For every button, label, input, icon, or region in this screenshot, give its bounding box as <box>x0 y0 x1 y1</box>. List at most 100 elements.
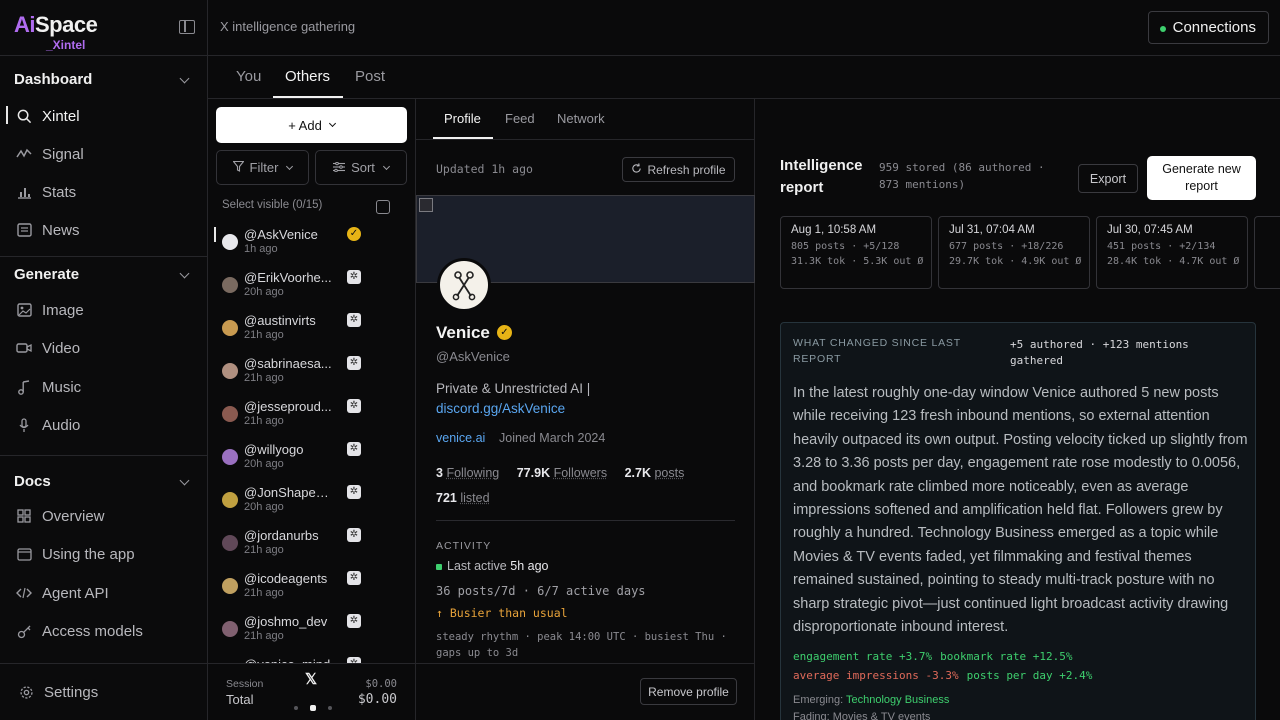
list-item[interactable]: @willyogo 20h ago ✲ <box>208 441 415 484</box>
sidebar-item-news[interactable]: News <box>16 218 80 242</box>
grok-badge-icon: ✲ <box>347 528 361 542</box>
account-handle: @austinvirts <box>244 313 316 328</box>
list-item[interactable]: @jordanurbs 21h ago ✲ <box>208 527 415 570</box>
sidebar-item-agent-api[interactable]: Agent API <box>16 581 109 605</box>
report-title: Intelligence report <box>780 157 863 196</box>
pager-dot[interactable] <box>328 706 332 710</box>
tab-post[interactable]: Post <box>355 68 385 85</box>
fading-topic: Movies & TV events <box>832 711 931 720</box>
tab-profile[interactable]: Profile <box>444 111 481 126</box>
sidebar-item-audio[interactable]: Audio <box>16 413 80 437</box>
chevron-down-icon <box>328 119 336 128</box>
avatar <box>222 320 238 336</box>
select-visible-checkbox[interactable] <box>376 200 390 214</box>
pager-dot[interactable] <box>294 706 298 710</box>
filter-button[interactable]: Filter <box>216 150 309 185</box>
grok-badge-icon: ✲ <box>347 270 361 284</box>
x-logo-icon[interactable]: 𝕏 <box>305 670 317 688</box>
settings-button[interactable]: Settings <box>18 680 98 704</box>
grok-badge-icon: ✲ <box>347 571 361 585</box>
profile-bio: Private & Unrestricted AI | discord.gg/A… <box>436 379 590 419</box>
top-bar: X intelligence gathering Connections <box>208 0 1280 56</box>
active-indicator <box>6 106 8 124</box>
avatar <box>222 578 238 594</box>
section-generate[interactable]: Generate <box>14 266 79 283</box>
grok-badge-icon: ✲ <box>347 356 361 370</box>
emerging-label: Emerging: <box>793 694 844 706</box>
sidebar-item-xintel[interactable]: Xintel <box>16 104 80 128</box>
sidebar-item-access-models[interactable]: Access models <box>16 619 143 643</box>
tab-others[interactable]: Others <box>285 68 330 85</box>
list-item[interactable]: @icodeagents 21h ago ✲ <box>208 570 415 613</box>
sidebar-item-music[interactable]: Music <box>16 375 81 399</box>
active-tab-underline <box>273 96 343 98</box>
chevron-down-icon[interactable] <box>179 73 190 84</box>
export-button[interactable]: Export <box>1078 164 1138 193</box>
report-snapshot-card[interactable]: Aug 1, 10:58 AM 805 posts · +5/128 31.3K… <box>780 216 932 289</box>
divider <box>0 663 207 664</box>
bio-link[interactable]: discord.gg/AskVenice <box>436 401 565 416</box>
sidebar-item-label: Audio <box>42 416 81 434</box>
tab-feed[interactable]: Feed <box>505 111 535 126</box>
listed-link[interactable]: listed <box>460 491 489 505</box>
sidebar-item-stats[interactable]: Stats <box>16 180 76 204</box>
sidebar-item-signal[interactable]: Signal <box>16 142 84 166</box>
report-snapshot-card[interactable]: Jul 31, 07:04 AM 677 posts · +18/226 29.… <box>938 216 1090 289</box>
logo[interactable]: AiSpace _Xintel <box>14 12 106 52</box>
list-item[interactable]: @sabrinaesa... 21h ago ✲ <box>208 355 415 398</box>
sidebar-item-image[interactable]: Image <box>16 298 84 322</box>
section-dashboard[interactable]: Dashboard <box>14 71 92 88</box>
website-link[interactable]: venice.ai <box>436 431 485 445</box>
account-handle: @sabrinaesa... <box>244 356 332 371</box>
sidebar-item-overview[interactable]: Overview <box>16 504 105 528</box>
account-handle: @ErikVoorhe... <box>244 270 332 285</box>
sidebar-item-label: Signal <box>42 145 84 163</box>
following-link[interactable]: Following <box>446 466 499 480</box>
profile-handle: @AskVenice <box>436 349 510 364</box>
list-item[interactable]: @jesseproud... 21h ago ✲ <box>208 398 415 441</box>
report-snapshot-card[interactable]: Jul 30, 07:45 AM 451 posts · +2/134 28.4… <box>1096 216 1248 289</box>
report-snapshot-card-partial[interactable] <box>1254 216 1280 289</box>
remove-profile-button[interactable]: Remove profile <box>640 678 737 705</box>
avatar <box>222 406 238 422</box>
chevron-down-icon[interactable] <box>179 475 190 486</box>
list-item[interactable]: @ErikVoorhe... 20h ago ✲ <box>208 269 415 312</box>
sidebar-item-video[interactable]: Video <box>16 336 80 360</box>
fading-label: Fading: <box>793 711 830 720</box>
sort-button[interactable]: Sort <box>315 150 407 185</box>
newspaper-icon <box>16 222 32 238</box>
chevron-down-icon[interactable] <box>179 268 190 279</box>
posts-link[interactable]: posts <box>654 466 684 480</box>
followers-link[interactable]: Followers <box>554 466 608 480</box>
connections-button[interactable]: Connections <box>1147 11 1269 44</box>
profile-stats: 3 Following 77.9K Followers 2.7K posts 7… <box>436 461 736 511</box>
account-handle: @AskVenice <box>244 227 318 242</box>
sidebar-item-using-the-app[interactable]: Using the app <box>16 542 135 566</box>
tab-network[interactable]: Network <box>557 111 605 126</box>
sidebar-toggle-icon[interactable] <box>179 20 195 34</box>
list-item[interactable]: @joshmo_dev 21h ago ✲ <box>208 613 415 656</box>
avatar <box>222 277 238 293</box>
list-item[interactable]: @JonShapeS... 20h ago ✲ <box>208 484 415 527</box>
last-active-label: Last active <box>447 559 507 573</box>
breadcrumb: X intelligence gathering <box>220 19 356 34</box>
add-button[interactable]: + Add <box>216 107 407 143</box>
profile-avatar[interactable] <box>437 258 491 312</box>
divider <box>0 55 207 56</box>
pager-dot-active[interactable] <box>310 705 316 711</box>
divider <box>0 455 207 456</box>
section-docs[interactable]: Docs <box>14 473 51 490</box>
metric-positive: posts per day +2.4% <box>966 669 1093 682</box>
generate-report-button[interactable]: Generate new report <box>1147 156 1256 200</box>
main-tabs: You Others Post <box>208 56 1280 99</box>
profile-panel: Profile Feed Network Updated 1h ago Refr… <box>416 99 755 720</box>
tab-you[interactable]: You <box>236 68 261 85</box>
snapshot-posts: 805 posts · +5/128 <box>791 241 900 252</box>
list-item[interactable]: @AskVenice 1h ago ✓ <box>208 226 415 269</box>
list-item[interactable]: @austinvirts 21h ago ✲ <box>208 312 415 355</box>
account-time: 21h ago <box>244 372 284 384</box>
report-stored-count: 959 stored (86 authored · 873 mentions) <box>879 161 1045 191</box>
key-icon <box>16 623 32 639</box>
refresh-profile-button[interactable]: Refresh profile <box>622 157 735 182</box>
total-label: Total <box>226 692 254 707</box>
